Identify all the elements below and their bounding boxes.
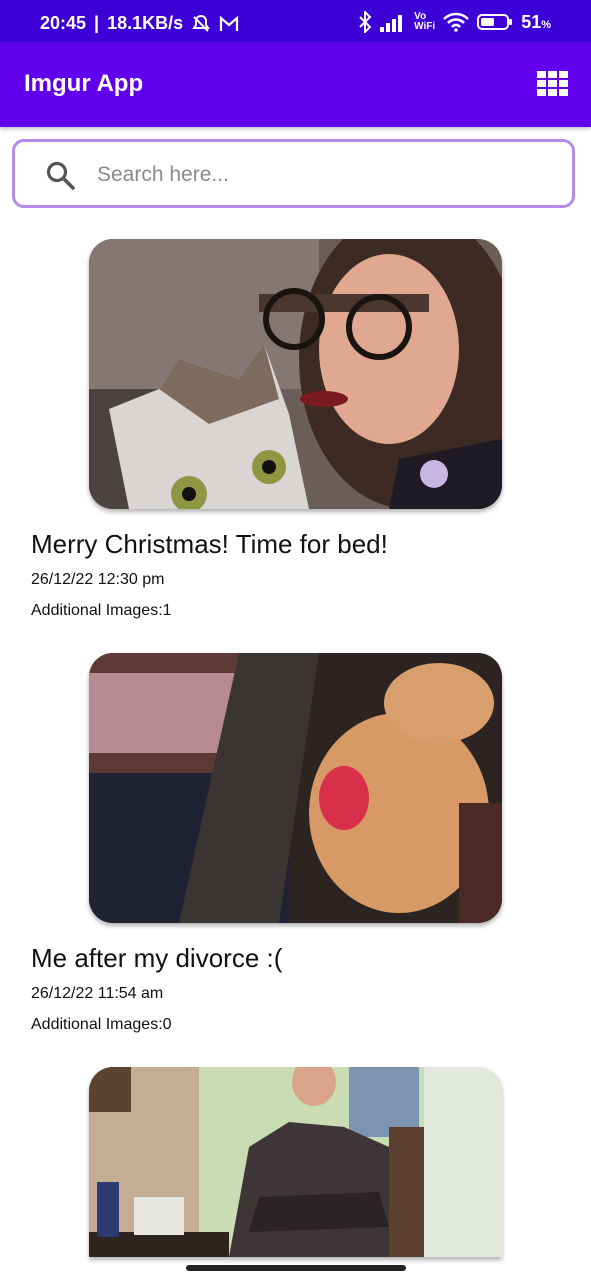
post-image[interactable] (89, 1067, 502, 1257)
home-indicator[interactable] (186, 1265, 406, 1271)
status-bar: 20:45 | 18.1KB/s Vo WiFi 51% (0, 0, 591, 42)
signal-icon (380, 15, 403, 32)
mail-icon (220, 15, 239, 31)
search-input[interactable] (95, 154, 549, 196)
search-box (12, 139, 575, 208)
post-image-photo (89, 1067, 502, 1257)
bluetooth-icon (359, 11, 372, 33)
post-image[interactable] (89, 653, 502, 923)
app-title: Imgur App (24, 70, 144, 97)
post-image-photo (89, 653, 502, 923)
grid-icon[interactable] (537, 71, 569, 97)
post-date: 26/12/22 11:54 am (31, 985, 164, 1002)
post-image-photo (89, 239, 502, 509)
additional-label: Additional Images: (31, 1016, 163, 1033)
additional-count: 1 (162, 602, 172, 619)
status-separator: | (94, 13, 100, 33)
status-speed: 18.1KB/s (107, 13, 184, 33)
wifi-icon (443, 12, 470, 32)
additional-count: 0 (162, 1016, 172, 1033)
post-additional-images: Additional Images:1 (31, 602, 172, 620)
post-title[interactable]: Merry Christmas! Time for bed! (31, 529, 388, 560)
notifications-off-icon (192, 14, 211, 32)
additional-label: Additional Images: (31, 602, 163, 619)
battery-icon (477, 14, 513, 30)
app-bar: Imgur App (0, 42, 591, 127)
post-image[interactable] (89, 239, 502, 509)
post-date: 26/12/22 12:30 pm (31, 571, 165, 588)
battery-level: 51% (521, 11, 551, 32)
post-title[interactable]: Me after my divorce :( (31, 943, 282, 974)
status-left: 20:45 | 18.1KB/s (40, 13, 239, 34)
search-icon[interactable] (45, 160, 77, 192)
status-time: 20:45 (40, 13, 87, 33)
post-additional-images: Additional Images:0 (31, 1016, 172, 1034)
vo-wifi-badge: Vo WiFi (414, 12, 435, 32)
vo-wifi-bottom: WiFi (414, 21, 436, 32)
status-right: Vo WiFi 51% (358, 11, 551, 33)
